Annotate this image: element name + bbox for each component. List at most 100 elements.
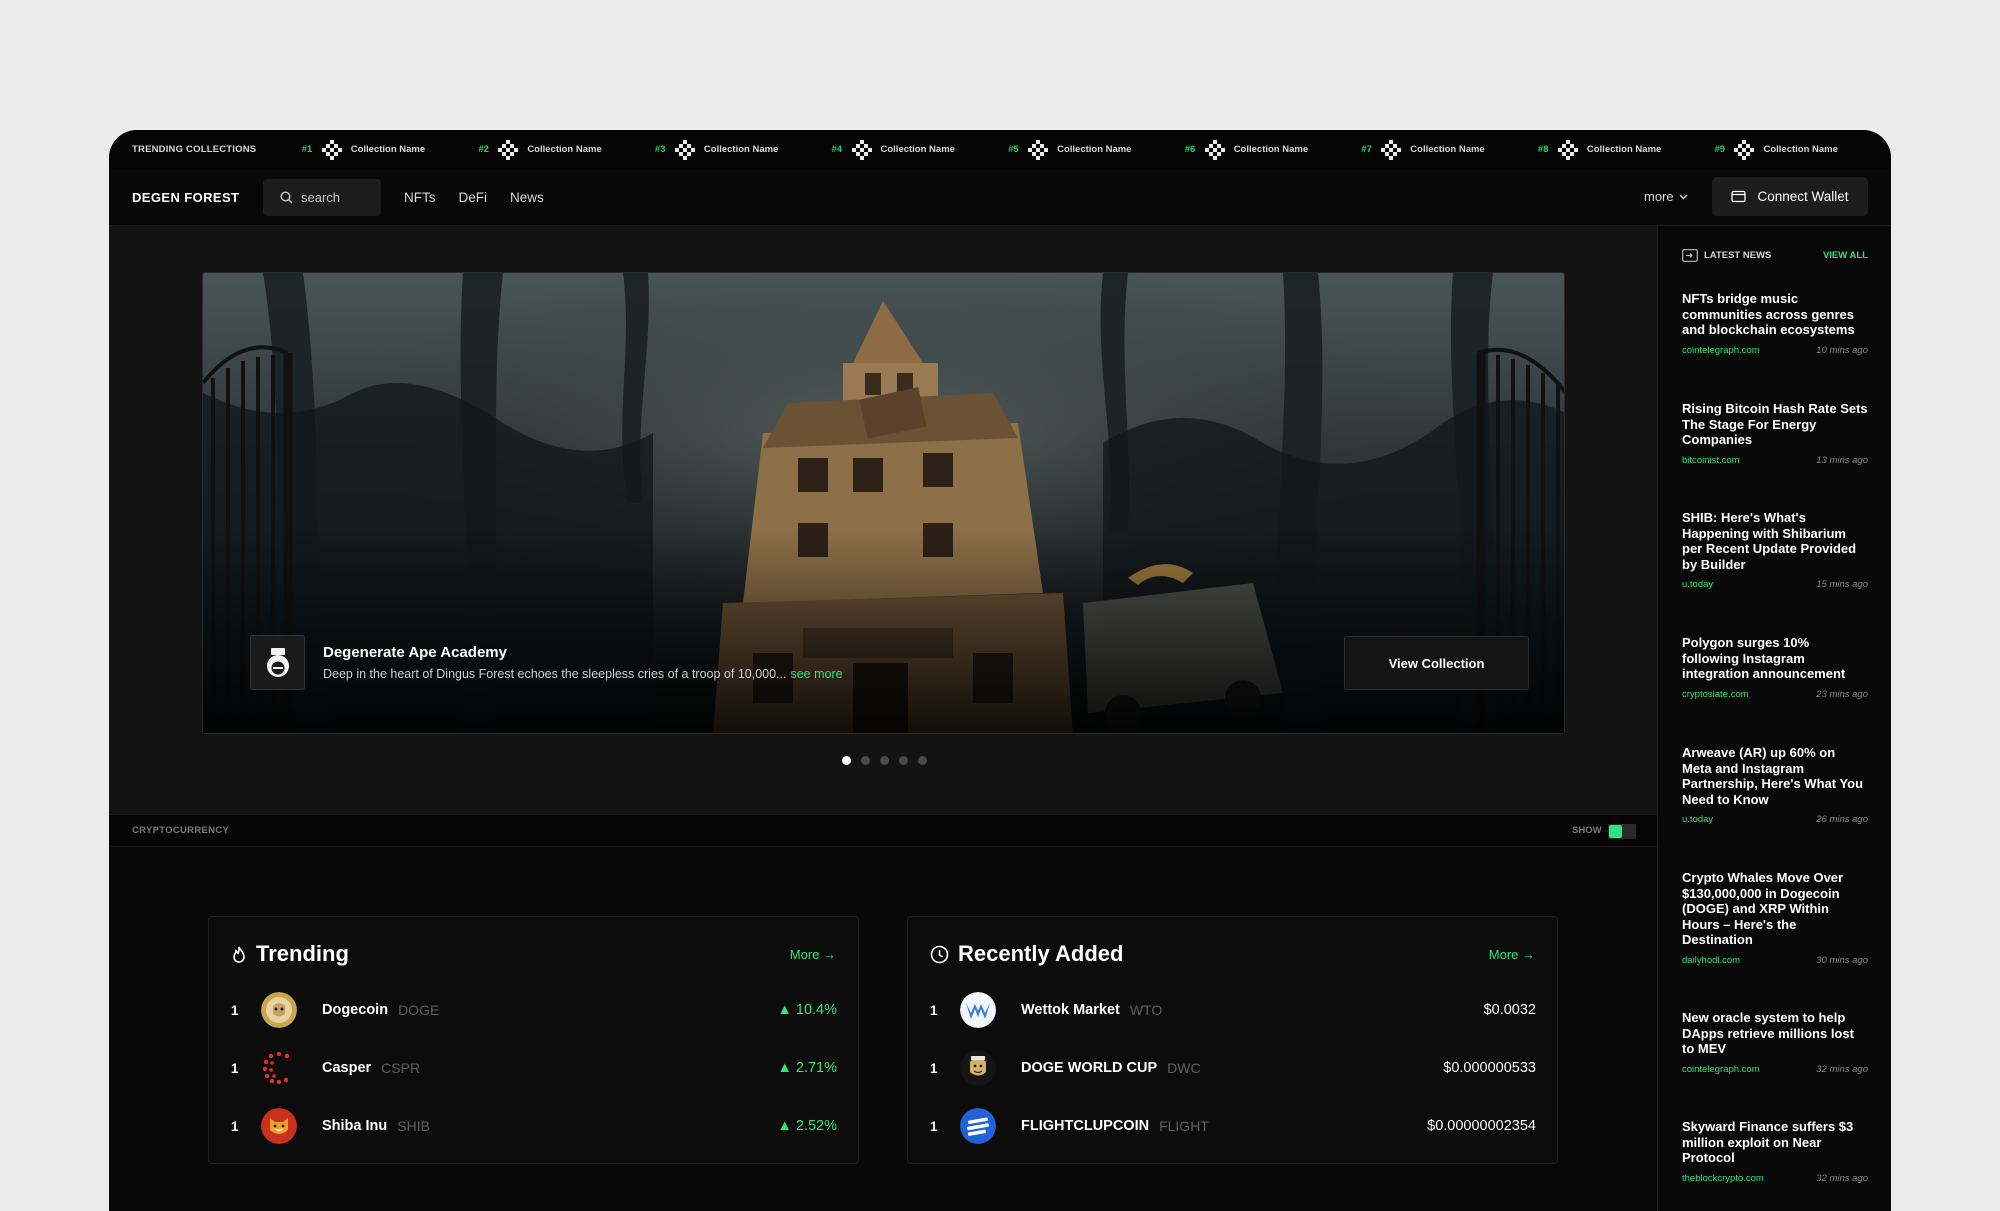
- ticker-item[interactable]: #1 Collection Name: [301, 139, 479, 160]
- news-time: 10 mins ago: [1816, 344, 1868, 356]
- nav-link-news[interactable]: News: [510, 190, 544, 205]
- collection-avatar: [250, 635, 305, 690]
- news-item[interactable]: Polygon surges 10% following Instagram i…: [1682, 635, 1868, 700]
- checker-logo-icon: [851, 139, 872, 160]
- featured-collection-banner[interactable]: Degenerate Ape Academy Deep in the heart…: [202, 272, 1565, 734]
- latest-news-sidebar: LATEST NEWS VIEW ALL NFTs bridge music c…: [1657, 226, 1891, 1211]
- casper-logo-icon: [261, 1050, 297, 1086]
- connect-wallet-button[interactable]: Connect Wallet: [1712, 177, 1868, 216]
- ticker-rank: #6: [1184, 144, 1196, 155]
- carousel-dots: [842, 756, 937, 765]
- view-collection-button[interactable]: View Collection: [1344, 636, 1529, 690]
- news-meta: theblockcrypto.com 32 mins ago: [1682, 1173, 1868, 1184]
- coin-price: $0.00000002354: [1427, 1118, 1536, 1134]
- row-rank: 1: [930, 1060, 938, 1076]
- news-title: SHIB: Here's What's Happening with Shiba…: [1682, 510, 1857, 572]
- ticker-name: Collection Name: [1233, 144, 1309, 155]
- trending-collections-ticker: TRENDING COLLECTIONS #1 Collection Name #…: [109, 130, 1891, 169]
- news-item[interactable]: Skyward Finance suffers $3 million explo…: [1682, 1119, 1868, 1184]
- collection-description-text: Deep in the heart of Dingus Forest echoe…: [323, 667, 787, 681]
- coin-name: Wettok Market: [1021, 1002, 1120, 1018]
- news-header: LATEST NEWS VIEW ALL: [1682, 249, 1868, 262]
- show-toggle[interactable]: [1608, 824, 1636, 839]
- news-source: bitcoinist.com: [1682, 454, 1740, 466]
- ticker-item[interactable]: #7 Collection Name: [1361, 139, 1538, 160]
- ticker-item[interactable]: #4 Collection Name: [832, 139, 1009, 160]
- collection-description: Deep in the heart of Dingus Forest echoe…: [323, 667, 843, 681]
- ticker-name: Collection Name: [1586, 144, 1662, 155]
- news-meta: u.today 26 mins ago: [1682, 814, 1868, 825]
- top-navbar: DEGEN FOREST search NFTs DeFi News more …: [109, 169, 1891, 226]
- news-item[interactable]: Rising Bitcoin Hash Rate Sets The Stage …: [1682, 401, 1868, 466]
- row-rank: 1: [231, 1002, 239, 1018]
- recently-added-title: Recently Added: [958, 941, 1124, 966]
- coin-name: FLIGHTCLUPCOIN: [1021, 1118, 1150, 1134]
- trending-row[interactable]: 1 Casper CSPR ▲ 2.71%: [231, 1048, 837, 1088]
- ticker-item[interactable]: #9 Collection Name: [1714, 139, 1891, 160]
- more-dropdown[interactable]: more: [1644, 189, 1688, 204]
- checker-logo-icon: [321, 139, 342, 160]
- ticker-title: TRENDING COLLECTIONS: [132, 144, 257, 155]
- carousel-dot[interactable]: [861, 756, 870, 765]
- ticker-rank: #9: [1714, 144, 1726, 155]
- toggle-knob: [1609, 825, 1622, 838]
- news-item[interactable]: Arweave (AR) up 60% on Meta and Instagra…: [1682, 745, 1868, 825]
- news-item[interactable]: SHIB: Here's What's Happening with Shiba…: [1682, 510, 1868, 590]
- chevron-down-icon: [1679, 194, 1688, 199]
- coin-name: DOGE WORLD CUP: [1021, 1060, 1158, 1076]
- ticker-rank: #1: [301, 144, 313, 155]
- trending-row[interactable]: 1 Dogecoin DOGE ▲ 10.4%: [231, 990, 837, 1030]
- ticker-item[interactable]: #8 Collection Name: [1538, 139, 1715, 160]
- carousel-dot[interactable]: [899, 756, 908, 765]
- carousel-dot[interactable]: [918, 756, 927, 765]
- recently-added-more-link[interactable]: More →: [1489, 947, 1535, 962]
- brand-logo[interactable]: DEGEN FOREST: [132, 190, 263, 205]
- recent-row[interactable]: 1 DOGE WORLD CUP DWC $0.000000533: [930, 1048, 1536, 1088]
- news-title: Crypto Whales Move Over $130,000,000 in …: [1682, 870, 1844, 948]
- latest-news-label: LATEST NEWS: [1704, 250, 1772, 261]
- news-item[interactable]: Crypto Whales Move Over $130,000,000 in …: [1682, 870, 1868, 966]
- see-more-link[interactable]: see more: [790, 667, 842, 681]
- coin-symbol: CSPR: [381, 1060, 421, 1076]
- crypto-cards-area: Trending More → 1 Dogecoin DOGE ▲ 10.4% …: [109, 847, 1657, 1211]
- news-time: 30 mins ago: [1816, 954, 1868, 966]
- news-title: Skyward Finance suffers $3 million explo…: [1682, 1119, 1854, 1166]
- row-rank: 1: [231, 1118, 239, 1134]
- flame-icon: [233, 946, 245, 963]
- news-title: Rising Bitcoin Hash Rate Sets The Stage …: [1682, 401, 1868, 448]
- coin-symbol: SHIB: [397, 1118, 430, 1134]
- trending-more-link[interactable]: More →: [790, 947, 836, 962]
- recent-row[interactable]: 1 FLIGHTCLUPCOIN FLIGHT $0.00000002354: [930, 1106, 1536, 1146]
- ticker-name: Collection Name: [880, 144, 955, 155]
- recent-row[interactable]: 1 Wettok Market WTO $0.0032: [930, 990, 1536, 1030]
- coin-symbol: FLIGHT: [1159, 1118, 1209, 1134]
- checker-logo-icon: [674, 139, 695, 160]
- ticker-item[interactable]: #3 Collection Name: [654, 139, 832, 160]
- news-title: Arweave (AR) up 60% on Meta and Instagra…: [1682, 745, 1864, 807]
- search-placeholder: search: [301, 189, 341, 205]
- ticker-item[interactable]: #2 Collection Name: [478, 139, 655, 160]
- news-item[interactable]: NFTs bridge music communities across gen…: [1682, 291, 1868, 356]
- ticker-name: Collection Name: [350, 144, 426, 155]
- carousel-dot[interactable]: [880, 756, 889, 765]
- dogecoin-logo-icon: [261, 992, 297, 1028]
- doge-world-cup-logo-icon: [960, 1050, 996, 1086]
- show-label: SHOW: [1572, 825, 1602, 836]
- carousel-dot[interactable]: [842, 756, 851, 765]
- search-input[interactable]: search: [263, 178, 381, 216]
- coin-symbol: DWC: [1167, 1060, 1201, 1076]
- trending-row[interactable]: 1 Shiba Inu SHIB ▲ 2.52%: [231, 1106, 837, 1146]
- recently-added-header: Recently Added: [930, 941, 1123, 967]
- news-item[interactable]: New oracle system to help DApps retrieve…: [1682, 1010, 1868, 1075]
- checker-logo-icon: [1734, 139, 1755, 160]
- coin-change: ▲ 2.71%: [777, 1060, 838, 1076]
- news-source: cryptoslate.com: [1682, 688, 1749, 700]
- ticker-rank: #3: [654, 144, 666, 155]
- ticker-item[interactable]: #5 Collection Name: [1008, 139, 1185, 160]
- nav-link-nfts[interactable]: NFTs: [404, 190, 436, 205]
- ticker-rank: #2: [478, 144, 489, 155]
- nav-link-defi[interactable]: DeFi: [459, 190, 488, 205]
- view-all-news-link[interactable]: VIEW ALL: [1823, 250, 1868, 261]
- news-source: dailyhodl.com: [1682, 954, 1741, 966]
- ticker-item[interactable]: #6 Collection Name: [1184, 139, 1362, 160]
